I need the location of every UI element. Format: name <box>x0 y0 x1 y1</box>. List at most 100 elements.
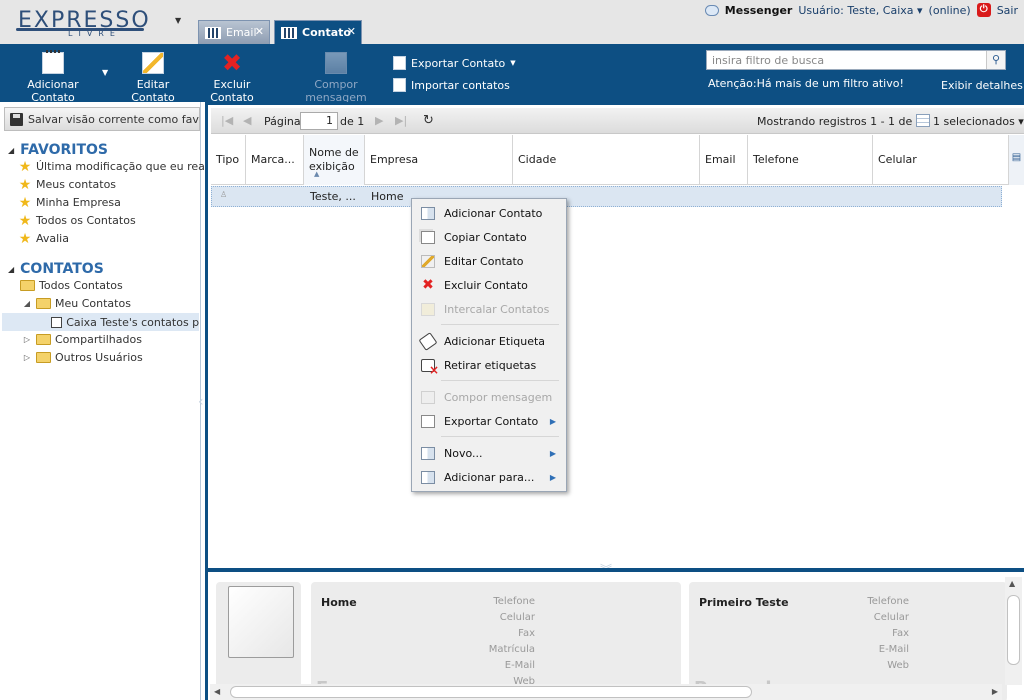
messenger-icon[interactable] <box>704 4 719 16</box>
submenu-arrow-icon: ▶ <box>549 472 556 482</box>
contacts-header[interactable]: ◢ CONTATOS <box>8 261 104 277</box>
favorite-label: Meus contatos <box>36 178 117 191</box>
delete-contact-button[interactable]: ✖ Excluir Contato <box>194 51 270 104</box>
edit-contact-button[interactable]: Editar Contato <box>116 52 190 104</box>
expresso-logo[interactable]: EXPRESSO LIVRE <box>16 8 149 40</box>
star-icon: ★ <box>18 158 32 175</box>
sort-ascending-icon: ▲ <box>314 170 320 178</box>
user-name: Usuário: Teste, Caixa <box>798 3 914 17</box>
menu-item-delete-contact[interactable]: ✖ Excluir Contato <box>412 274 566 296</box>
scroll-right-icon[interactable]: ▶ <box>992 687 998 696</box>
logout-link[interactable]: Sair <box>997 4 1018 17</box>
favorites-header[interactable]: ◢ FAVORITOS <box>8 142 108 158</box>
user-menu[interactable]: Usuário: Teste, Caixa ▾ <box>798 4 922 17</box>
close-tab-contato-icon[interactable]: ✕ <box>347 25 356 38</box>
expand-triangle-icon[interactable]: ▷ <box>22 353 32 362</box>
user-bar: Messenger Usuário: Teste, Caixa ▾ (onlin… <box>704 3 1018 17</box>
field-label: E-Mail <box>878 644 909 655</box>
logout-icon[interactable]: ⏻ <box>976 3 991 17</box>
star-icon: ★ <box>18 194 32 211</box>
menu-item-edit-contact[interactable]: Editar Contato <box>412 250 566 272</box>
app-menu-dropdown-icon[interactable]: ▼ <box>175 16 181 25</box>
collapse-left-panel-handle[interactable]: ‹ <box>198 394 204 410</box>
selection-count: 1 selecionados <box>933 115 1015 128</box>
submenu-arrow-icon: ▶ <box>549 416 556 426</box>
page-label: Página <box>264 115 301 128</box>
tree-item-shared[interactable]: ▷ Compartilhados <box>22 333 142 346</box>
delete-contact-label: Excluir Contato <box>210 78 254 104</box>
tree-label: Compartilhados <box>55 333 142 346</box>
page-number-input[interactable]: 1 <box>300 112 338 130</box>
scroll-thumb[interactable] <box>230 686 752 698</box>
compose-message-button[interactable]: Compor mensagem <box>286 52 386 104</box>
column-header-celular[interactable]: Celular <box>873 135 1008 185</box>
search-icon[interactable]: ⚲ <box>986 51 1005 69</box>
vertical-scrollbar[interactable]: ▲ <box>1005 577 1022 685</box>
add-contact-dropdown-icon[interactable]: ▼ <box>102 68 108 77</box>
tab-email[interactable]: Email ✕ <box>198 20 270 44</box>
menu-item-new[interactable]: Novo... ▶ <box>412 442 566 464</box>
menu-label: Excluir Contato <box>444 278 528 292</box>
selection-dropdown[interactable]: 1 selecionados ▾ <box>933 115 1024 128</box>
menu-item-export-contact[interactable]: Exportar Contato ▶ <box>412 410 566 432</box>
column-header-email[interactable]: Email <box>700 135 748 185</box>
last-page-icon[interactable]: ▶| <box>395 114 407 127</box>
search-input[interactable]: insira filtro de busca <box>706 50 1006 70</box>
online-status[interactable]: (online) <box>929 4 971 17</box>
contact-photo[interactable] <box>216 582 301 700</box>
favorite-item[interactable]: ★ Meus contatos <box>18 178 117 192</box>
left-sidebar: Salvar visão corrente como favorito ◢ FA… <box>0 102 227 700</box>
scroll-thumb[interactable] <box>1007 595 1020 665</box>
column-menu-icon[interactable]: ▤ <box>1008 135 1024 185</box>
tree-item-my-contacts[interactable]: ◢ Meu Contatos <box>22 297 131 310</box>
tree-item-other-users[interactable]: ▷ Outros Usuários <box>22 351 143 364</box>
menu-item-compose-message[interactable]: Compor mensagem <box>412 386 566 408</box>
favorite-item[interactable]: ★ Todos os Contatos <box>18 214 136 228</box>
column-header-nome[interactable]: Nome de exibição ▲ <box>304 135 365 185</box>
next-page-icon[interactable]: ▶ <box>375 114 383 127</box>
star-icon: ★ <box>18 230 32 247</box>
tree-item-personal-contacts[interactable]: Caixa Teste's contatos pessoais <box>2 313 199 331</box>
tab-contato[interactable]: Contato ✕ <box>274 20 362 44</box>
import-contacts-button[interactable]: Importar contatos <box>393 78 510 92</box>
scroll-up-icon[interactable]: ▲ <box>1009 579 1015 588</box>
show-details-link[interactable]: Exibir detalhes <box>941 79 1023 92</box>
favorite-item[interactable]: ★ Avalia <box>18 230 69 247</box>
menu-item-add-contact[interactable]: Adicionar Contato <box>412 202 566 224</box>
field-label: Celular <box>873 612 909 623</box>
menu-item-merge-contacts[interactable]: Intercalar Contatos <box>412 298 566 320</box>
field-label: Telefone <box>493 596 535 607</box>
personal-card: Primeiro Teste Telefone Celular Fax E-Ma… <box>689 582 1007 700</box>
refresh-icon[interactable]: ↻ <box>423 113 434 128</box>
tree-item-all-contacts[interactable]: Todos Contatos <box>20 279 123 292</box>
export-contact-button[interactable]: Exportar Contato ▼ <box>393 56 516 70</box>
favorite-item[interactable]: ★ Minha Empresa <box>18 194 121 211</box>
column-header-telefone[interactable]: Telefone <box>748 135 873 185</box>
messenger-link[interactable]: Messenger <box>725 4 793 17</box>
scroll-left-icon[interactable]: ◀ <box>214 687 220 696</box>
menu-label: Compor mensagem <box>444 390 553 404</box>
table-row[interactable]: ♙ Teste, ... Home <box>211 186 1002 207</box>
menu-item-add-to[interactable]: Adicionar para... ▶ <box>412 466 566 488</box>
first-page-icon[interactable]: |◀ <box>221 114 233 127</box>
menu-item-add-tag[interactable]: Adicionar Etiqueta <box>412 330 566 352</box>
add-contact-button[interactable]: Adicionar Contato <box>8 50 98 104</box>
close-tab-email-icon[interactable]: ✕ <box>255 25 264 38</box>
expand-triangle-icon[interactable]: ▷ <box>22 335 32 344</box>
previous-page-icon[interactable]: ◀ <box>243 114 251 127</box>
favorite-label: Todos os Contatos <box>36 214 136 227</box>
field-label: Fax <box>518 628 535 639</box>
menu-label: Adicionar para... <box>444 470 535 484</box>
column-header-empresa[interactable]: Empresa <box>365 135 513 185</box>
save-view-button[interactable]: Salvar visão corrente como favorito <box>4 107 200 131</box>
address-book-icon <box>51 316 63 328</box>
column-header-marca[interactable]: Marca... <box>246 135 304 185</box>
column-header-cidade[interactable]: Cidade <box>513 135 700 185</box>
menu-item-copy-contact[interactable]: Copiar Contato <box>412 226 566 248</box>
expand-triangle-icon[interactable]: ◢ <box>22 299 32 308</box>
favorite-item[interactable]: ★ Última modificação que eu realizei <box>18 158 227 175</box>
horizontal-scrollbar[interactable]: ◀ ▶ <box>210 684 1002 700</box>
page-total: de 1 <box>340 115 365 128</box>
column-header-tipo[interactable]: Tipo <box>211 135 246 185</box>
menu-item-remove-tags[interactable]: Retirar etiquetas <box>412 354 566 377</box>
